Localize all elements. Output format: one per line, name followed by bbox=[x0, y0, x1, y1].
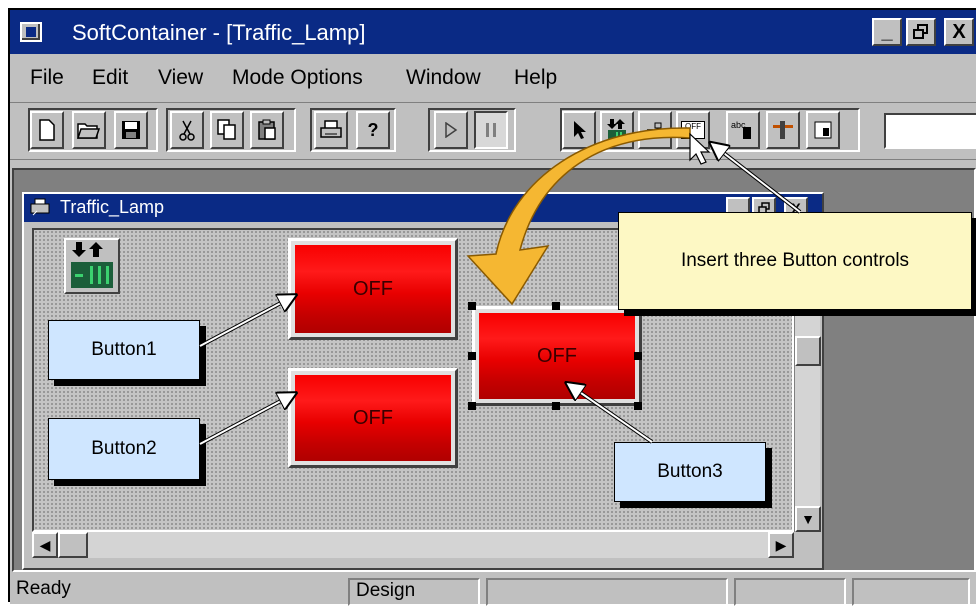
instruction-text: Insert three Button controls bbox=[680, 250, 910, 271]
arrow-pointer-icon bbox=[574, 121, 586, 139]
selection-handle[interactable] bbox=[552, 402, 560, 410]
arrow-down-icon: ▼ bbox=[801, 511, 815, 527]
callout-button3: Button3 bbox=[614, 442, 766, 502]
pause-button[interactable] bbox=[474, 111, 508, 149]
vertical-scroll-thumb[interactable] bbox=[795, 336, 821, 366]
button2-control[interactable]: OFF bbox=[288, 368, 458, 468]
callout-button1: Button1 bbox=[48, 320, 200, 380]
minimize-button[interactable]: _ bbox=[872, 18, 902, 46]
close-button[interactable]: X bbox=[944, 18, 974, 46]
slider-tool-button[interactable] bbox=[766, 111, 800, 149]
button-tool-button[interactable]: OFF bbox=[676, 111, 710, 149]
save-button[interactable] bbox=[114, 111, 148, 149]
child-window-title: Traffic_Lamp bbox=[60, 197, 165, 217]
callout-button2-label: Button2 bbox=[91, 438, 157, 459]
child-window-icon[interactable] bbox=[30, 198, 50, 216]
pointer-tool-button[interactable] bbox=[562, 111, 596, 149]
off-icon-label: OFF bbox=[685, 122, 701, 131]
pause-icon bbox=[486, 123, 496, 137]
scroll-down-button[interactable]: ▼ bbox=[795, 506, 821, 532]
copy-icon bbox=[217, 119, 236, 140]
toolbar-combo-input[interactable] bbox=[884, 113, 976, 149]
button1-control[interactable]: OFF bbox=[288, 238, 458, 340]
label-tool-button[interactable]: abc bbox=[726, 111, 760, 149]
arrow-left-icon: ◀ bbox=[39, 536, 51, 553]
open-button[interactable] bbox=[72, 111, 106, 149]
printer-icon bbox=[320, 120, 342, 138]
menu-help[interactable]: Help bbox=[514, 66, 557, 90]
arrow-right-icon: ▶ bbox=[775, 536, 787, 553]
selection-handle[interactable] bbox=[634, 352, 642, 360]
run-button[interactable] bbox=[434, 111, 468, 149]
button1-face: OFF bbox=[295, 245, 451, 333]
horizontal-scroll-thumb[interactable] bbox=[58, 532, 88, 558]
selection-handle[interactable] bbox=[468, 402, 476, 410]
callout-button3-label: Button3 bbox=[657, 461, 723, 482]
button3-face: OFF bbox=[479, 313, 635, 399]
lamp-tool-button[interactable] bbox=[638, 111, 672, 149]
button1-caption: OFF bbox=[353, 277, 393, 300]
title-bar[interactable]: SoftContainer - [Traffic_Lamp] _ X bbox=[10, 10, 976, 54]
open-folder-icon bbox=[77, 123, 101, 139]
display-control-icon bbox=[814, 121, 832, 139]
scroll-right-button[interactable]: ▶ bbox=[768, 532, 794, 558]
paste-button[interactable] bbox=[250, 111, 284, 149]
selection-handle[interactable] bbox=[468, 302, 476, 310]
lamp-control-icon bbox=[647, 122, 662, 139]
menu-window[interactable]: Window bbox=[406, 66, 481, 90]
display-tool-button[interactable] bbox=[806, 111, 840, 149]
restore-button[interactable] bbox=[906, 18, 936, 46]
menu-view[interactable]: View bbox=[158, 66, 203, 90]
io-control-icon bbox=[71, 242, 113, 288]
scissors-icon bbox=[179, 120, 195, 141]
print-button[interactable] bbox=[314, 111, 348, 149]
slider-control-icon bbox=[773, 121, 793, 139]
abc-label-icon: abc bbox=[731, 119, 755, 141]
play-icon bbox=[445, 122, 458, 138]
off-button-icon: OFF bbox=[681, 121, 705, 139]
paste-icon bbox=[258, 119, 276, 140]
callout-button2: Button2 bbox=[48, 418, 200, 480]
help-button[interactable]: ? bbox=[356, 111, 390, 149]
toolbar: ? OFF abc bbox=[10, 102, 976, 160]
instruction-note: Insert three Button controls bbox=[618, 212, 972, 310]
new-doc-icon bbox=[39, 119, 55, 141]
selection-handle[interactable] bbox=[468, 352, 476, 360]
status-bar: Ready Design bbox=[10, 572, 976, 606]
menu-file[interactable]: File bbox=[30, 66, 64, 90]
question-icon: ? bbox=[367, 119, 379, 140]
copy-button[interactable] bbox=[210, 111, 244, 149]
new-button[interactable] bbox=[30, 111, 64, 149]
floppy-icon bbox=[122, 121, 140, 139]
button2-face: OFF bbox=[295, 375, 451, 461]
button3-caption: OFF bbox=[537, 344, 577, 367]
callout-button1-label: Button1 bbox=[91, 339, 157, 360]
menu-mode-options[interactable]: Mode Options bbox=[232, 66, 363, 90]
cut-button[interactable] bbox=[170, 111, 204, 149]
horizontal-scrollbar[interactable]: ◀ ▶ bbox=[32, 532, 794, 558]
window-title: SoftContainer - [Traffic_Lamp] bbox=[72, 20, 366, 45]
menu-edit[interactable]: Edit bbox=[92, 66, 128, 90]
restore-icon bbox=[913, 24, 928, 39]
control-tool-button[interactable] bbox=[600, 111, 634, 149]
scroll-left-button[interactable]: ◀ bbox=[32, 532, 58, 558]
selection-handle[interactable] bbox=[634, 402, 642, 410]
io-control-icon bbox=[607, 119, 626, 141]
button2-caption: OFF bbox=[353, 406, 393, 429]
selection-handle[interactable] bbox=[552, 302, 560, 310]
io-control-object[interactable] bbox=[64, 238, 120, 294]
button3-control[interactable]: OFF bbox=[472, 306, 642, 406]
menu-bar: File Edit View Mode Options Window Help bbox=[10, 60, 976, 94]
app-icon[interactable] bbox=[20, 22, 42, 42]
